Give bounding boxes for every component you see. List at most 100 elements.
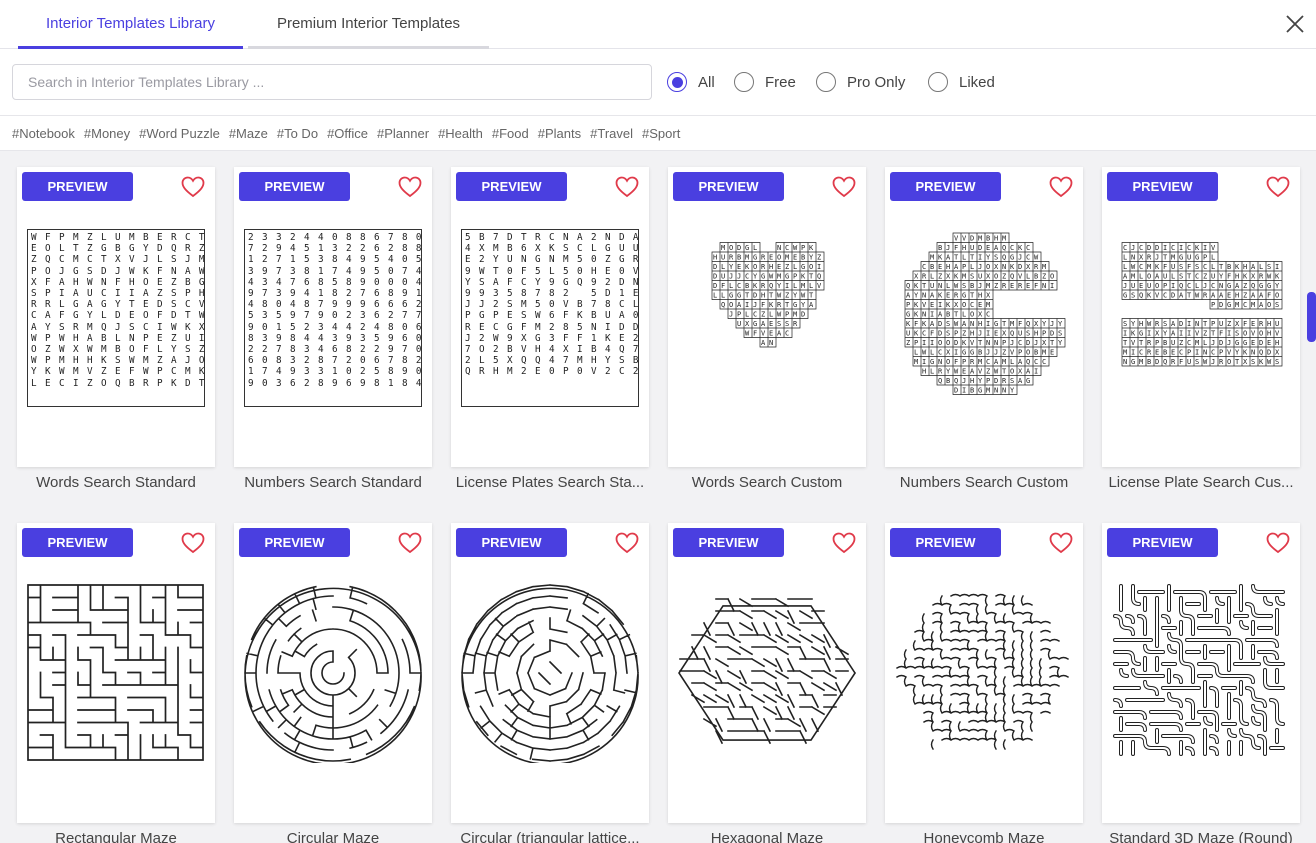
- honeymaze-preview: [896, 593, 1069, 750]
- svg-text:I: I: [930, 311, 934, 319]
- svg-text:M: M: [986, 282, 990, 290]
- filter-pro-only-radio[interactable]: Pro Only: [816, 71, 905, 93]
- svg-text:Z: Z: [1002, 349, 1006, 357]
- template-card[interactable]: PREVIEW W F P M Z L U M B E R C T S E O L…: [17, 167, 215, 467]
- svg-text:A: A: [737, 301, 742, 309]
- heart-icon[interactable]: [615, 532, 639, 554]
- tag-chip[interactable]: #Sport: [642, 126, 680, 141]
- tag-chip[interactable]: #Health: [438, 126, 483, 141]
- heart-icon[interactable]: [398, 176, 422, 198]
- preview-button[interactable]: PREVIEW: [1107, 172, 1218, 201]
- tag-chip[interactable]: #Food: [492, 126, 529, 141]
- search-input[interactable]: [12, 64, 652, 100]
- svg-text:A: A: [938, 311, 943, 319]
- svg-text:O: O: [962, 301, 966, 309]
- svg-text:Y: Y: [1219, 273, 1224, 281]
- template-card[interactable]: PREVIEW M O D G L N C W P K H U R B M G R E O M E B Y Z D L Y E K O R H E…: [668, 167, 866, 467]
- svg-text:X: X: [745, 320, 750, 328]
- tag-chip[interactable]: #To Do: [277, 126, 318, 141]
- preview-button[interactable]: PREVIEW: [22, 528, 133, 557]
- preview-button[interactable]: PREVIEW: [890, 172, 1001, 201]
- tag-chip[interactable]: #Money: [84, 126, 130, 141]
- svg-text:M: M: [1195, 339, 1199, 347]
- preview-button[interactable]: PREVIEW: [456, 528, 567, 557]
- template-card[interactable]: PREVIEW: [885, 523, 1083, 823]
- svg-text:Y: Y: [729, 263, 734, 271]
- tag-chip[interactable]: #Planner: [377, 126, 429, 141]
- svg-text:Y: Y: [1131, 320, 1136, 328]
- heart-icon[interactable]: [1266, 176, 1290, 198]
- svg-text:U: U: [737, 320, 741, 328]
- svg-text:V: V: [1195, 330, 1200, 338]
- svg-text:L: L: [1123, 254, 1127, 262]
- svg-text:Z: Z: [986, 368, 990, 376]
- preview-button[interactable]: PREVIEW: [1107, 528, 1218, 557]
- svg-text:Y: Y: [1042, 320, 1047, 328]
- heart-icon[interactable]: [181, 176, 205, 198]
- svg-text:Q: Q: [1259, 349, 1263, 357]
- heart-icon[interactable]: [398, 532, 422, 554]
- svg-text:Y: Y: [1058, 320, 1063, 328]
- svg-text:R: R: [922, 273, 927, 281]
- svg-text:H: H: [978, 292, 982, 300]
- preview-button[interactable]: PREVIEW: [673, 172, 784, 201]
- template-card[interactable]: PREVIEW C J C D D I C I C K I V L N X R J T M G U G P L L W C M K F U S F…: [1102, 167, 1300, 467]
- filter-all-radio[interactable]: All: [667, 71, 715, 93]
- tag-chip[interactable]: #Travel: [590, 126, 633, 141]
- svg-text:S: S: [994, 254, 998, 262]
- preview-button[interactable]: PREVIEW: [239, 172, 350, 201]
- svg-text:I: I: [1147, 330, 1151, 338]
- svg-text:P: P: [1187, 349, 1191, 357]
- svg-text:D: D: [1155, 244, 1159, 252]
- heart-icon[interactable]: [832, 532, 856, 554]
- svg-text:K: K: [1243, 349, 1248, 357]
- tag-chip[interactable]: #Notebook: [12, 126, 75, 141]
- heart-icon[interactable]: [615, 176, 639, 198]
- svg-text:L: L: [1010, 358, 1014, 366]
- tag-chip[interactable]: #Maze: [229, 126, 268, 141]
- scrollbar-thumb[interactable]: [1307, 292, 1316, 342]
- svg-text:T: T: [1002, 320, 1007, 328]
- svg-text:C: C: [938, 349, 942, 357]
- template-card[interactable]: PREVIEW: [234, 523, 432, 823]
- tag-chip[interactable]: #Word Puzzle: [139, 126, 220, 141]
- preview-button[interactable]: PREVIEW: [890, 528, 1001, 557]
- svg-text:I: I: [1187, 320, 1191, 328]
- svg-text:O: O: [1050, 273, 1054, 281]
- template-card[interactable]: PREVIEW: [17, 523, 215, 823]
- template-card[interactable]: PREVIEW 2 3 3 2 4 4 0 8 8 6 7 8 0 1 7 2 9…: [234, 167, 432, 467]
- close-icon[interactable]: [1283, 12, 1307, 36]
- template-card[interactable]: PREVIEW: [668, 523, 866, 823]
- template-card[interactable]: PREVIEW: [1102, 523, 1300, 823]
- filter-liked-radio[interactable]: Liked: [928, 71, 995, 93]
- tag-chip[interactable]: #Plants: [538, 126, 581, 141]
- svg-text:L: L: [1123, 263, 1127, 271]
- svg-text:L: L: [930, 368, 934, 376]
- svg-text:E: E: [978, 301, 982, 309]
- filter-free-radio[interactable]: Free: [734, 71, 796, 93]
- svg-text:T: T: [922, 282, 927, 290]
- svg-text:F: F: [954, 244, 958, 252]
- tab-premium-interior-templates[interactable]: Premium Interior Templates: [248, 0, 489, 49]
- preview-button[interactable]: PREVIEW: [456, 172, 567, 201]
- svg-text:K: K: [753, 282, 758, 290]
- svg-text:X: X: [1275, 349, 1280, 357]
- svg-text:M: M: [1131, 273, 1135, 281]
- heart-icon[interactable]: [181, 532, 205, 554]
- svg-text:N: N: [1002, 387, 1006, 395]
- svg-text:H: H: [970, 330, 974, 338]
- svg-text:V: V: [1010, 349, 1015, 357]
- preview-button[interactable]: PREVIEW: [239, 528, 350, 557]
- tab-interior-templates-library[interactable]: Interior Templates Library: [18, 0, 243, 49]
- tag-chip[interactable]: #Office: [327, 126, 368, 141]
- svg-text:Z: Z: [785, 263, 789, 271]
- template-card[interactable]: PREVIEW 5 B 7 D T R C N A 2 N D A 4 X M B…: [451, 167, 649, 467]
- heart-icon[interactable]: [1049, 176, 1073, 198]
- heart-icon[interactable]: [1049, 532, 1073, 554]
- preview-button[interactable]: PREVIEW: [22, 172, 133, 201]
- template-card[interactable]: PREVIEW: [451, 523, 649, 823]
- template-card[interactable]: PREVIEW V V D M B H M B J F H U D E A Q C K C M K A T L T I Y S Q G J C W…: [885, 167, 1083, 467]
- preview-button[interactable]: PREVIEW: [673, 528, 784, 557]
- heart-icon[interactable]: [832, 176, 856, 198]
- heart-icon[interactable]: [1266, 532, 1290, 554]
